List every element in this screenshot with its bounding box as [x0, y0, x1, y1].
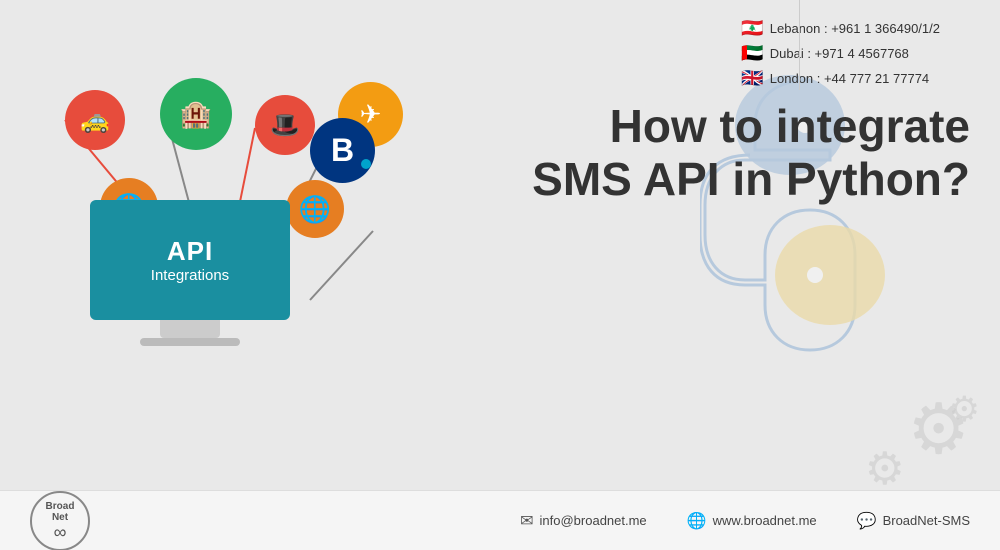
dubai-number: Dubai : +971 4 4567768 [770, 46, 909, 61]
logo-area: BroadNet ∞ [30, 491, 90, 550]
logo-circle: BroadNet ∞ [30, 491, 90, 550]
dubai-flag-icon: 🇦🇪 [741, 43, 763, 64]
monitor: API Integrations [90, 200, 290, 360]
hotel-bubble: 🏨 [160, 78, 232, 150]
taxi-bubble: 🚕 [65, 90, 125, 150]
social-icon: 💬 [857, 511, 877, 531]
globe-icon: 🌐 [687, 511, 707, 531]
dubai-contact: 🇦🇪 Dubai : +971 4 4567768 [741, 43, 940, 64]
b-bubble: B [310, 118, 375, 183]
integrations-text: Integrations [151, 267, 229, 284]
footer-bar: BroadNet ∞ ✉ info@broadnet.me 🌐 www.broa… [0, 490, 1000, 550]
lebanon-flag-icon: 🇱🇧 [741, 18, 763, 39]
email-text: info@broadnet.me [540, 513, 647, 528]
api-text: API [167, 236, 213, 267]
footer-email: ✉ info@broadnet.me [520, 511, 647, 531]
footer-website: 🌐 www.broadnet.me [687, 511, 817, 531]
monitor-base [140, 338, 240, 346]
london-flag-icon: 🇬🇧 [741, 68, 763, 89]
globe-bubble-2: 🌐 [286, 180, 344, 238]
infinity-icon: ∞ [54, 523, 67, 541]
lebanon-contact: 🇱🇧 Lebanon : +961 1 366490/1/2 [741, 18, 940, 39]
footer-contacts: ✉ info@broadnet.me 🌐 www.broadnet.me 💬 B… [520, 511, 970, 531]
website-text: www.broadnet.me [713, 513, 817, 528]
travel-bubble: 🎩 [255, 95, 315, 155]
social-text: BroadNet-SMS [883, 513, 970, 528]
title-line-2: SMS API in Python? [520, 153, 970, 206]
footer-social: 💬 BroadNet-SMS [857, 511, 970, 531]
lebanon-number: Lebanon : +961 1 366490/1/2 [770, 21, 940, 36]
main-title-area: How to integrate SMS API in Python? [520, 100, 970, 206]
monitor-stand [160, 320, 220, 338]
email-icon: ✉ [520, 511, 533, 531]
london-contact: 🇬🇧 London : +44 777 21 77774 [741, 68, 940, 89]
title-line-1: How to integrate [520, 100, 970, 153]
london-number: London : +44 777 21 77774 [770, 71, 929, 86]
b-dot [361, 159, 371, 169]
gear-icon-3: ⚙ [949, 390, 980, 430]
gear-icon-2: ⚙ [865, 442, 905, 495]
contact-info: 🇱🇧 Lebanon : +961 1 366490/1/2 🇦🇪 Dubai … [741, 18, 940, 89]
vertical-divider [799, 0, 800, 90]
main-title: How to integrate SMS API in Python? [520, 100, 970, 206]
main-container: ⚙ ⚙ ⚙ 🇱🇧 Lebanon : +961 1 366490/1/2 🇦🇪 … [0, 0, 1000, 550]
monitor-screen: API Integrations [90, 200, 290, 320]
logo-name: BroadNet [46, 501, 75, 523]
